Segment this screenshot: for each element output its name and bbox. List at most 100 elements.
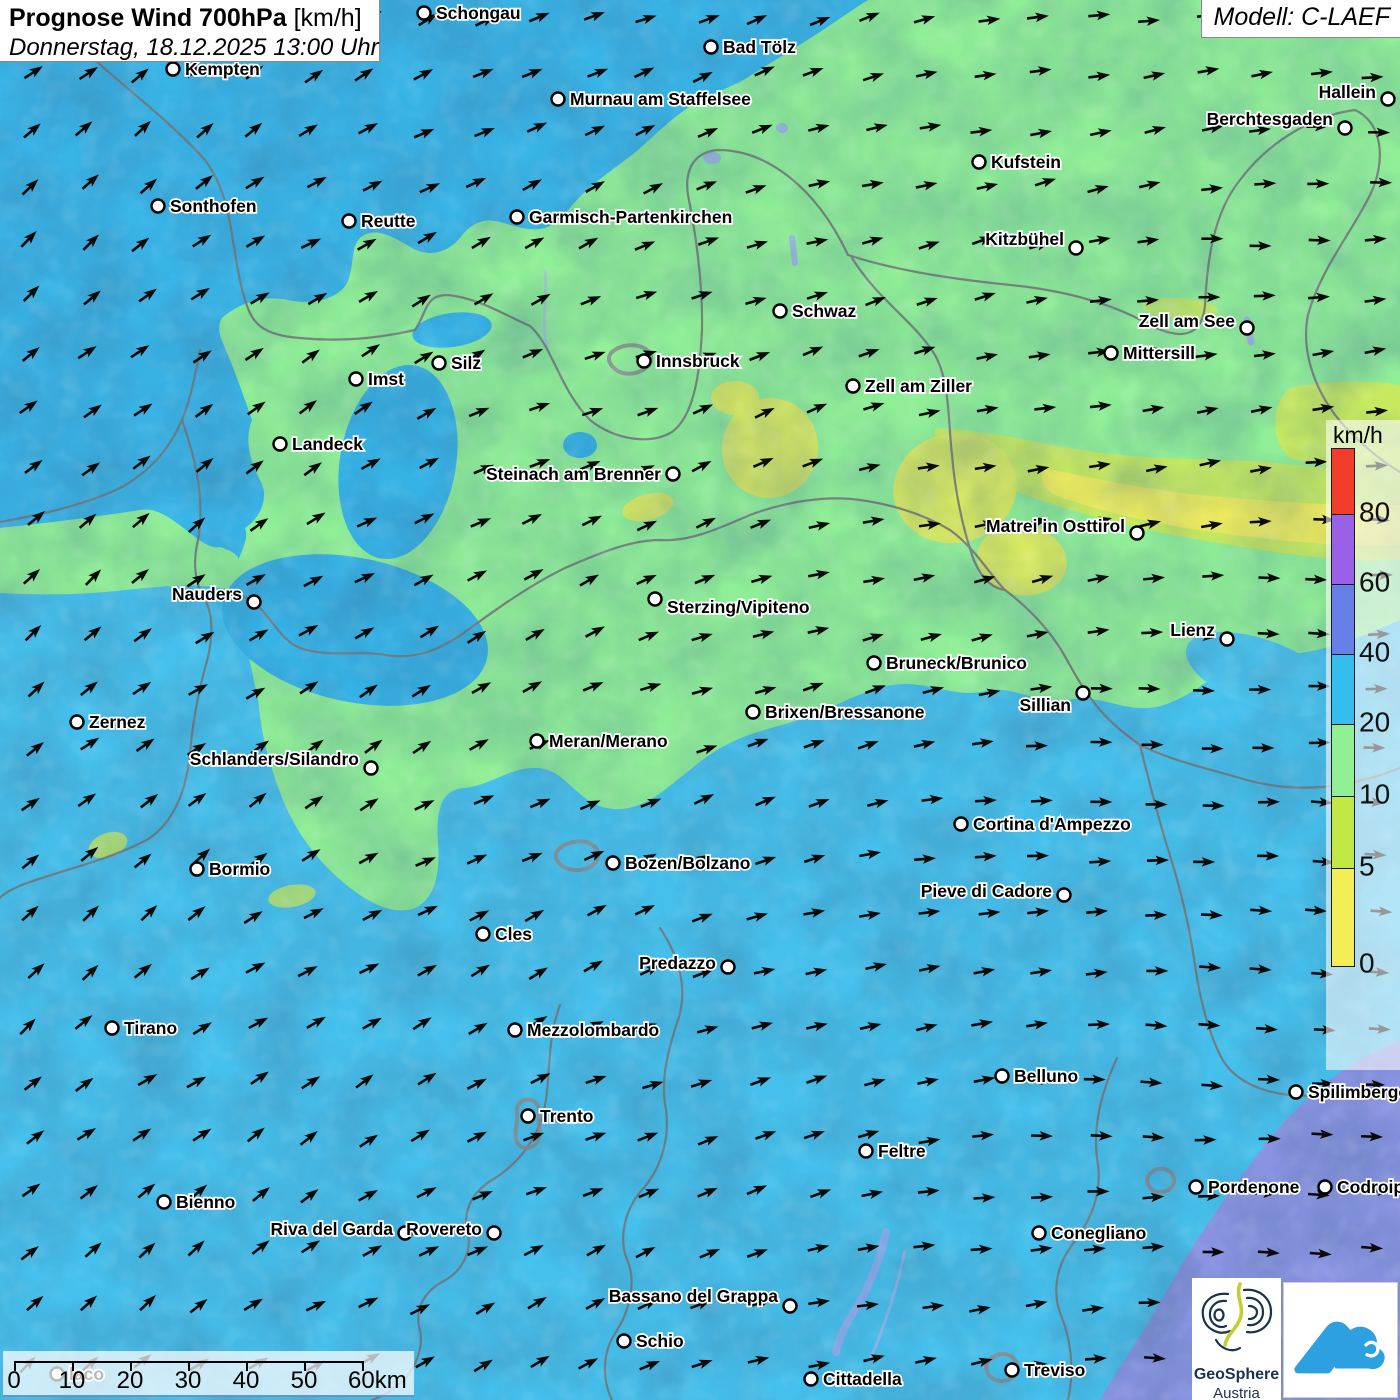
city-label: Bruneck/Brunico <box>886 653 1027 673</box>
city-marker <box>1339 122 1352 135</box>
city-marker <box>860 1145 873 1158</box>
city: Bozen/Bolzano <box>607 853 751 873</box>
legend-color-bar <box>1331 448 1355 967</box>
city-label: Brixen/Bressanone <box>765 702 925 722</box>
city-marker <box>973 156 986 169</box>
city-marker <box>248 596 261 609</box>
city-marker <box>158 1196 171 1209</box>
city-marker <box>638 355 651 368</box>
city-label: Kitzbühel <box>985 229 1064 249</box>
city-label: Lienz <box>1170 620 1215 640</box>
forecast-datetime: Donnerstag, 18.12.2025 13:00 Uhr <box>9 34 370 62</box>
city: Sterzing/Vipiteno <box>649 593 810 618</box>
city-label: Pordenone <box>1208 1177 1300 1197</box>
city-label: Feltre <box>878 1141 926 1161</box>
city-marker <box>1033 1227 1046 1240</box>
legend-tick-label: 20 <box>1359 707 1390 739</box>
city-marker <box>522 1110 535 1123</box>
wind-speed-legend: km/h 806040201050 <box>1326 420 1400 1070</box>
city-label: Schwaz <box>792 301 856 321</box>
scalebar-label: 40 <box>233 1367 260 1395</box>
city-label: Cortina d'Ampezzo <box>973 814 1131 834</box>
legend-segment <box>1332 655 1354 725</box>
city-marker <box>1058 889 1071 902</box>
city-marker <box>955 818 968 831</box>
city-label: Garmisch-Partenkirchen <box>529 207 732 227</box>
city-marker <box>71 716 84 729</box>
city-label: Rovereto <box>406 1219 482 1239</box>
city-label: Sonthofen <box>170 196 257 216</box>
page-title: Prognose Wind 700hPa [km/h] <box>9 4 370 33</box>
city-marker <box>418 7 431 20</box>
scalebar-label: 0 <box>7 1367 20 1395</box>
city-marker <box>106 1022 119 1035</box>
city-label: Mittersill <box>1123 343 1195 363</box>
city-label: Hallein <box>1319 82 1376 102</box>
city-marker <box>1290 1086 1303 1099</box>
city-marker <box>1070 242 1083 255</box>
city-marker <box>649 593 662 606</box>
city-marker <box>365 762 378 775</box>
city-marker <box>618 1335 631 1348</box>
city-marker <box>350 373 363 386</box>
city-label: Kufstein <box>991 152 1061 172</box>
city-marker <box>847 380 860 393</box>
city-label: Sillian <box>1019 695 1071 715</box>
city-label: Predazzo <box>639 953 716 973</box>
city-marker <box>705 41 718 54</box>
legend-tick-label: 5 <box>1359 851 1375 883</box>
city-label: Landeck <box>292 434 363 454</box>
city-label: Kempten <box>185 59 260 79</box>
mountain-cloud-icon <box>1284 1283 1397 1397</box>
city-label: Matrei in Osttirol <box>986 516 1125 536</box>
geosphere-country: Austria <box>1192 1385 1281 1400</box>
city-marker <box>274 438 287 451</box>
city-marker <box>167 63 180 76</box>
city-marker <box>1382 93 1395 106</box>
city-marker <box>1105 347 1118 360</box>
legend-segment <box>1332 869 1354 966</box>
city-marker <box>488 1227 501 1240</box>
city-label: Sterzing/Vipiteno <box>667 597 810 617</box>
city-label: Codroipo <box>1337 1177 1400 1197</box>
model-label: Modell: C-LAEF <box>1201 0 1400 38</box>
city-marker <box>511 211 524 224</box>
city-label: Pieve di Cadore <box>921 881 1053 901</box>
city-label: Schlanders/Silandro <box>190 749 359 769</box>
city-label: Trento <box>540 1106 593 1126</box>
legend-tick-label: 40 <box>1359 637 1390 669</box>
city: Cles <box>477 924 533 944</box>
city: Murnau am Staffelsee <box>552 89 752 109</box>
city-marker <box>1077 687 1090 700</box>
city-marker <box>1006 1364 1019 1377</box>
city-label: Bienno <box>176 1192 235 1212</box>
city-label: Zell am Ziller <box>865 376 972 396</box>
city: Brixen/Bressanone <box>747 702 925 722</box>
city-marker <box>1241 322 1254 335</box>
city: Riva del Garda <box>270 1219 411 1240</box>
city-marker <box>1131 527 1144 540</box>
city-label: Bormio <box>209 859 270 879</box>
city-marker <box>774 305 787 318</box>
city-marker <box>552 93 565 106</box>
city-marker <box>477 928 490 941</box>
city-label: Bad Tölz <box>723 37 796 57</box>
scalebar-label: 60km <box>348 1367 407 1395</box>
city-marker <box>805 1373 818 1386</box>
city: Steinach am Brenner <box>486 464 680 484</box>
wind-forecast-map-page: SchongauBad TölzKemptenMurnau am Staffel… <box>0 0 1400 1400</box>
scalebar-label: 20 <box>117 1367 144 1395</box>
city-marker <box>868 657 881 670</box>
scalebar-label: 30 <box>175 1367 202 1395</box>
city-label: Treviso <box>1024 1360 1085 1380</box>
city-label: Meran/Merano <box>549 731 668 751</box>
city-label: Silz <box>451 353 481 373</box>
city-label: Murnau am Staffelsee <box>570 89 751 109</box>
legend-tick-label: 60 <box>1359 567 1390 599</box>
city-label: Tirano <box>124 1018 177 1038</box>
city: Silz <box>433 353 482 373</box>
city-marker <box>1190 1181 1203 1194</box>
mountain-cloud-logo <box>1283 1282 1398 1398</box>
scalebar-label: 50 <box>291 1367 318 1395</box>
city: Meran/Merano <box>531 731 668 751</box>
